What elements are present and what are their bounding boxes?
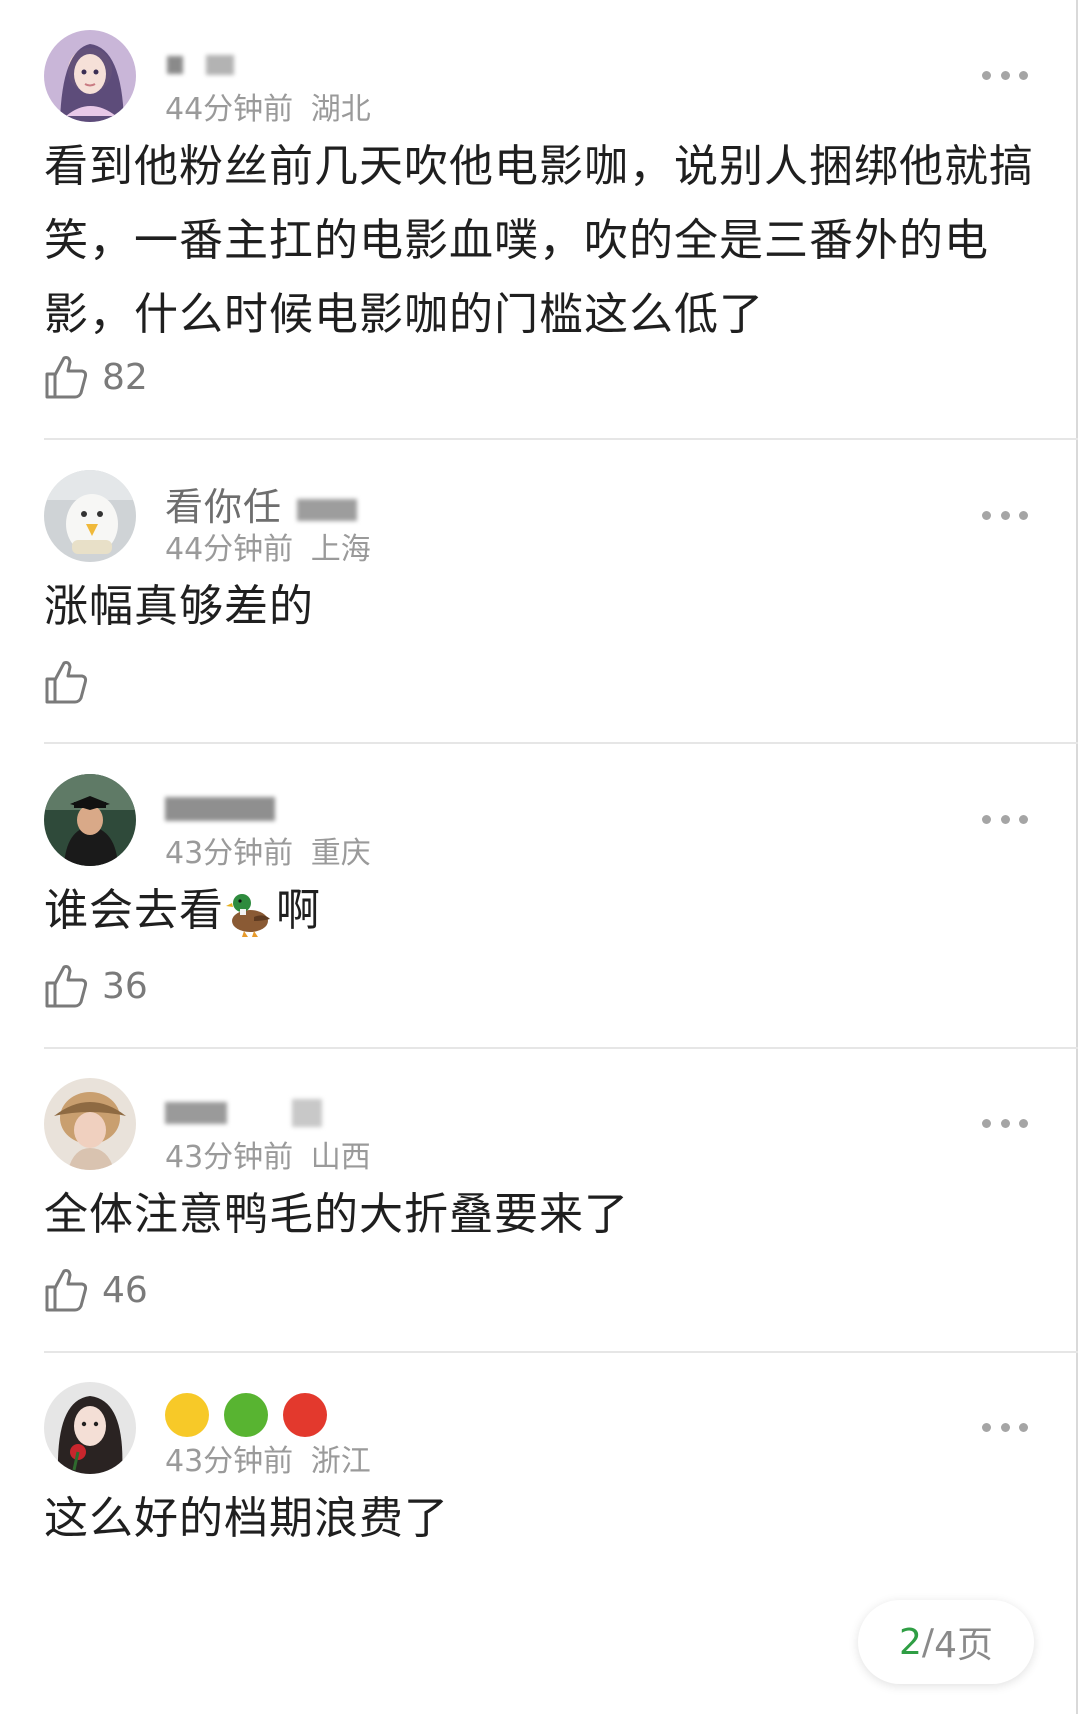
comment-location: 上海	[310, 532, 371, 567]
more-options-button[interactable]	[982, 68, 1028, 82]
comment-time: 43分钟前	[165, 1140, 294, 1175]
more-options-button[interactable]	[982, 1420, 1028, 1434]
comment-meta: 43分钟前 山西	[165, 1132, 371, 1176]
comment-text: 谁会去看 啊	[44, 874, 1044, 948]
divider	[44, 1351, 1078, 1353]
avatar[interactable]	[44, 1078, 136, 1170]
duck-emoji-icon	[226, 894, 270, 937]
divider	[44, 438, 1078, 440]
comment-meta: 44分钟前 湖北	[165, 84, 371, 128]
more-options-button[interactable]	[982, 508, 1028, 522]
divider	[44, 742, 1078, 744]
comment-time: 44分钟前	[165, 532, 294, 567]
avatar[interactable]	[44, 774, 136, 866]
comment-text-after: 啊	[276, 885, 321, 936]
avatar[interactable]	[44, 470, 136, 562]
comment-text: 看到他粉丝前几天吹他电影咖，说别人捆绑他就搞笑，一番主扛的电影血噗，吹的全是三番…	[44, 141, 1034, 340]
more-dots-icon	[982, 70, 991, 80]
comment-location: 重庆	[310, 836, 371, 871]
thumbs-up-icon	[45, 356, 88, 399]
comment-text-before: 谁会去看	[44, 885, 224, 936]
more-dots-icon	[982, 814, 991, 824]
like-button[interactable]: 82	[44, 353, 148, 401]
comment-location: 山西	[310, 1140, 371, 1175]
comment-text: 涨幅真够差的	[44, 581, 314, 632]
avatar[interactable]	[44, 30, 136, 122]
thumbs-up-icon	[45, 965, 88, 1008]
comment-time: 44分钟前	[165, 92, 294, 127]
more-dots-icon	[982, 1422, 991, 1432]
green-circle-icon	[224, 1392, 269, 1437]
username[interactable]	[165, 1390, 329, 1437]
page-separator: /	[921, 1621, 935, 1663]
page-indicator-button[interactable]: 2/4页	[858, 1600, 1034, 1684]
comment-meta: 43分钟前 浙江	[165, 1436, 371, 1480]
comment-meta: 43分钟前 重庆	[165, 828, 371, 872]
thumbs-up-icon	[45, 661, 88, 704]
redacted-name	[165, 796, 275, 821]
like-button[interactable]: 46	[44, 1266, 148, 1314]
username[interactable]	[165, 1088, 323, 1132]
divider	[44, 1047, 1078, 1049]
username[interactable]	[165, 784, 275, 828]
more-options-button[interactable]	[982, 1116, 1028, 1130]
more-options-button[interactable]	[982, 812, 1028, 826]
thumbs-up-icon	[45, 1269, 88, 1312]
username-text: 看你任	[165, 485, 283, 529]
like-count: 46	[102, 1269, 148, 1311]
page-current: 2	[899, 1621, 922, 1663]
comment-meta: 44分钟前 上海	[165, 524, 371, 568]
like-button[interactable]: 36	[44, 962, 148, 1010]
comment-location: 浙江	[310, 1444, 371, 1479]
like-button[interactable]	[44, 658, 102, 706]
more-dots-icon	[982, 1118, 991, 1128]
yellow-circle-icon	[165, 1392, 209, 1437]
comment-text: 全体注意鸭毛的大折叠要来了	[44, 1189, 629, 1240]
like-count: 82	[102, 356, 148, 398]
redacted-name	[292, 1098, 323, 1127]
comment-location: 湖北	[310, 92, 371, 127]
like-count: 36	[102, 965, 148, 1007]
comment-time: 43分钟前	[165, 836, 294, 871]
redacted-name	[167, 55, 183, 74]
redacted-name	[206, 54, 235, 75]
redacted-name	[297, 498, 358, 521]
username[interactable]: 看你任	[165, 476, 358, 531]
redacted-name	[165, 1101, 227, 1124]
avatar[interactable]	[44, 1382, 136, 1474]
more-dots-icon	[982, 510, 991, 520]
username[interactable]	[165, 40, 235, 84]
page-total: 4页	[934, 1625, 993, 1666]
comment-time: 43分钟前	[165, 1444, 294, 1479]
red-circle-icon	[283, 1392, 328, 1437]
comment-text: 这么好的档期浪费了	[44, 1493, 449, 1544]
